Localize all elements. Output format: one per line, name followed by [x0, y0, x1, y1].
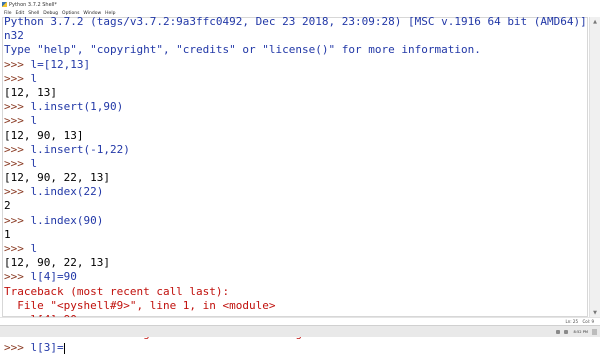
shell-prompt: >>> [4, 114, 31, 128]
status-column: Col: 9 [582, 319, 594, 324]
shell-input: l [30, 114, 38, 128]
shell-lines: Python 3.7.2 (tags/v3.7.2:9a3ffc0492, De… [3, 15, 589, 356]
shell-output: 1 [4, 227, 11, 241]
shell-prompt: >>> [4, 156, 31, 170]
shell-line: >>> l[3]= [3, 341, 589, 355]
window-title: Python 3.7.2 Shell* [9, 1, 57, 8]
shell-prompt: >>> [4, 57, 31, 71]
shell-input: l=[12,13] [30, 57, 91, 71]
shell-input: l [30, 71, 38, 85]
shell-line: >>> l=[12,13] [3, 58, 589, 72]
scroll-down-icon[interactable]: ▼ [590, 308, 600, 317]
shell-input: l.insert(-1,22) [30, 142, 130, 156]
shell-prompt: >>> [4, 71, 31, 85]
shell-output: [12, 90, 13] [4, 128, 84, 142]
network-icon[interactable] [555, 329, 560, 334]
taskbar: 8:52 PM [0, 325, 600, 337]
shell-line: Traceback (most recent call last): [3, 285, 589, 299]
shell-input: l.insert(1,90) [30, 100, 124, 114]
shell-line: File "<pyshell#9>", line 1, in <module> [3, 299, 589, 313]
shell-line: >>> l.index(22) [3, 185, 589, 199]
shell-output: Python 3.7.2 (tags/v3.7.2:9a3ffc0492, De… [4, 15, 589, 28]
shell-output: 2 [4, 199, 11, 213]
shell-input: l [30, 242, 38, 255]
shell-line: >>> l [3, 114, 589, 128]
shell-prompt: >>> [4, 242, 31, 255]
shell-line: 2 [3, 199, 589, 213]
notification-icon[interactable] [592, 328, 597, 335]
shell-line: [12, 90, 13] [3, 129, 589, 143]
shell-prompt: >>> [4, 341, 31, 355]
taskbar-clock[interactable]: 8:52 PM [574, 330, 588, 334]
shell-line: [12, 13] [3, 86, 589, 100]
shell-line: >>> l.insert(-1,22) [3, 143, 589, 157]
shell-input: l[4]=90 [30, 270, 77, 284]
shell-prompt: >>> [4, 270, 31, 284]
shell-line: >>> l.index(90) [3, 214, 589, 228]
vertical-scrollbar[interactable]: ▲ ▼ [589, 17, 600, 317]
shell-output: n32 [4, 29, 24, 43]
shell-output: [12, 90, 22, 13] [4, 171, 110, 185]
error-text: File "<pyshell#9>", line 1, in <module> [4, 298, 276, 312]
shell-line: n32 [3, 29, 589, 43]
shell-input: l.index(90) [30, 213, 104, 227]
shell-line: [12, 90, 22, 13] [3, 256, 589, 270]
system-tray: 8:52 PM [554, 328, 600, 335]
shell-line: Type "help", "copyright", "credits" or "… [3, 43, 589, 57]
scroll-up-icon[interactable]: ▲ [590, 17, 600, 26]
error-text: Traceback (most recent call last): [4, 284, 230, 298]
shell-line: >>> l [3, 157, 589, 171]
shell-prompt: >>> [4, 142, 31, 156]
shell-line: 1 [3, 228, 589, 242]
text-cursor [63, 342, 65, 354]
title-bar: Python 3.7.2 Shell* [0, 0, 600, 9]
shell-prompt: >>> [4, 213, 31, 227]
shell-line: >>> l[4]=90 [3, 270, 589, 284]
shell-prompt: >>> [4, 185, 31, 199]
shell-line: [12, 90, 22, 13] [3, 171, 589, 185]
shell-output: [12, 13] [4, 85, 57, 99]
shell-line: Python 3.7.2 (tags/v3.7.2:9a3ffc0492, De… [3, 15, 589, 29]
shell-output: Type "help", "copyright", "credits" or "… [4, 43, 481, 57]
shell-input: l [30, 156, 38, 170]
status-bar: Ln: 25 Col: 9 [0, 317, 600, 325]
volume-icon[interactable] [563, 329, 568, 334]
shell-line: >>> l [3, 72, 589, 86]
shell-input: l.index(22) [30, 185, 104, 199]
shell-output: [12, 90, 22, 13] [4, 256, 110, 270]
shell-prompt: >>> [4, 100, 31, 114]
shell-line: >>> l [3, 242, 589, 256]
python-icon [2, 2, 7, 7]
shell-text-area[interactable]: Python 3.7.2 (tags/v3.7.2:9a3ffc0492, De… [2, 15, 588, 354]
shell-input: l[3]= [30, 341, 64, 355]
status-line: Ln: 25 [565, 319, 578, 324]
shell-line: >>> l.insert(1,90) [3, 100, 589, 114]
